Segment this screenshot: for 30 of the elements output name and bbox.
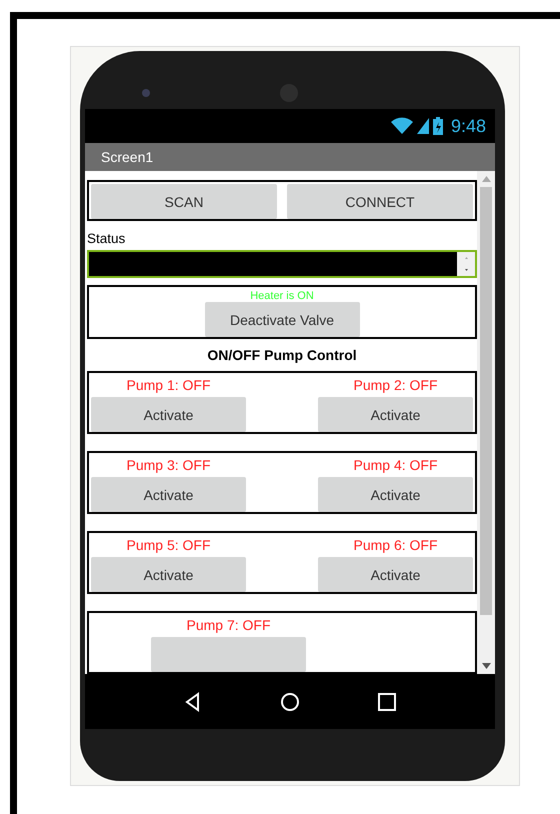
scroll-down-arrow-icon[interactable]	[482, 663, 490, 669]
heater-status: Heater is ON	[250, 290, 314, 302]
connection-button[interactable]: SCAN	[91, 184, 277, 219]
pump-status: Pump 1: OFF	[126, 376, 211, 395]
pump-status: Pump 7: OFF	[186, 616, 271, 635]
battery-icon	[432, 117, 443, 135]
clock-time: 9:48	[450, 116, 486, 136]
status-field[interactable]	[87, 250, 477, 278]
activate-button[interactable]: Activate	[318, 557, 473, 592]
recents-icon[interactable]	[376, 692, 397, 712]
scrollbar[interactable]	[477, 171, 495, 674]
pump-status: Pump 4: OFF	[353, 456, 438, 475]
deactivate-valve-button[interactable]: Deactivate Valve	[204, 302, 360, 337]
connection-button[interactable]: CONNECT	[287, 184, 473, 219]
pump-status: Pump 3: OFF	[126, 456, 211, 475]
camera-icon	[142, 89, 150, 97]
home-icon[interactable]	[280, 692, 300, 712]
screen-title: Screen1	[101, 149, 154, 165]
activate-button[interactable]: Activate	[91, 477, 246, 512]
pump-status: Pump 5: OFF	[126, 536, 211, 555]
signal-icon	[416, 118, 429, 134]
activate-button[interactable]: Activate	[318, 477, 473, 512]
pump-status: Pump 6: OFF	[353, 536, 438, 555]
activate-button[interactable]: Activate	[318, 397, 473, 432]
activate-button[interactable]: Activate	[91, 557, 246, 592]
status-label: Status	[87, 230, 126, 248]
activate-button[interactable]: Activate	[91, 397, 246, 432]
wifi-icon	[390, 117, 413, 135]
section-title: ON/OFF Pump Control	[206, 346, 358, 365]
pump-status: Pump 2: OFF	[353, 376, 438, 395]
